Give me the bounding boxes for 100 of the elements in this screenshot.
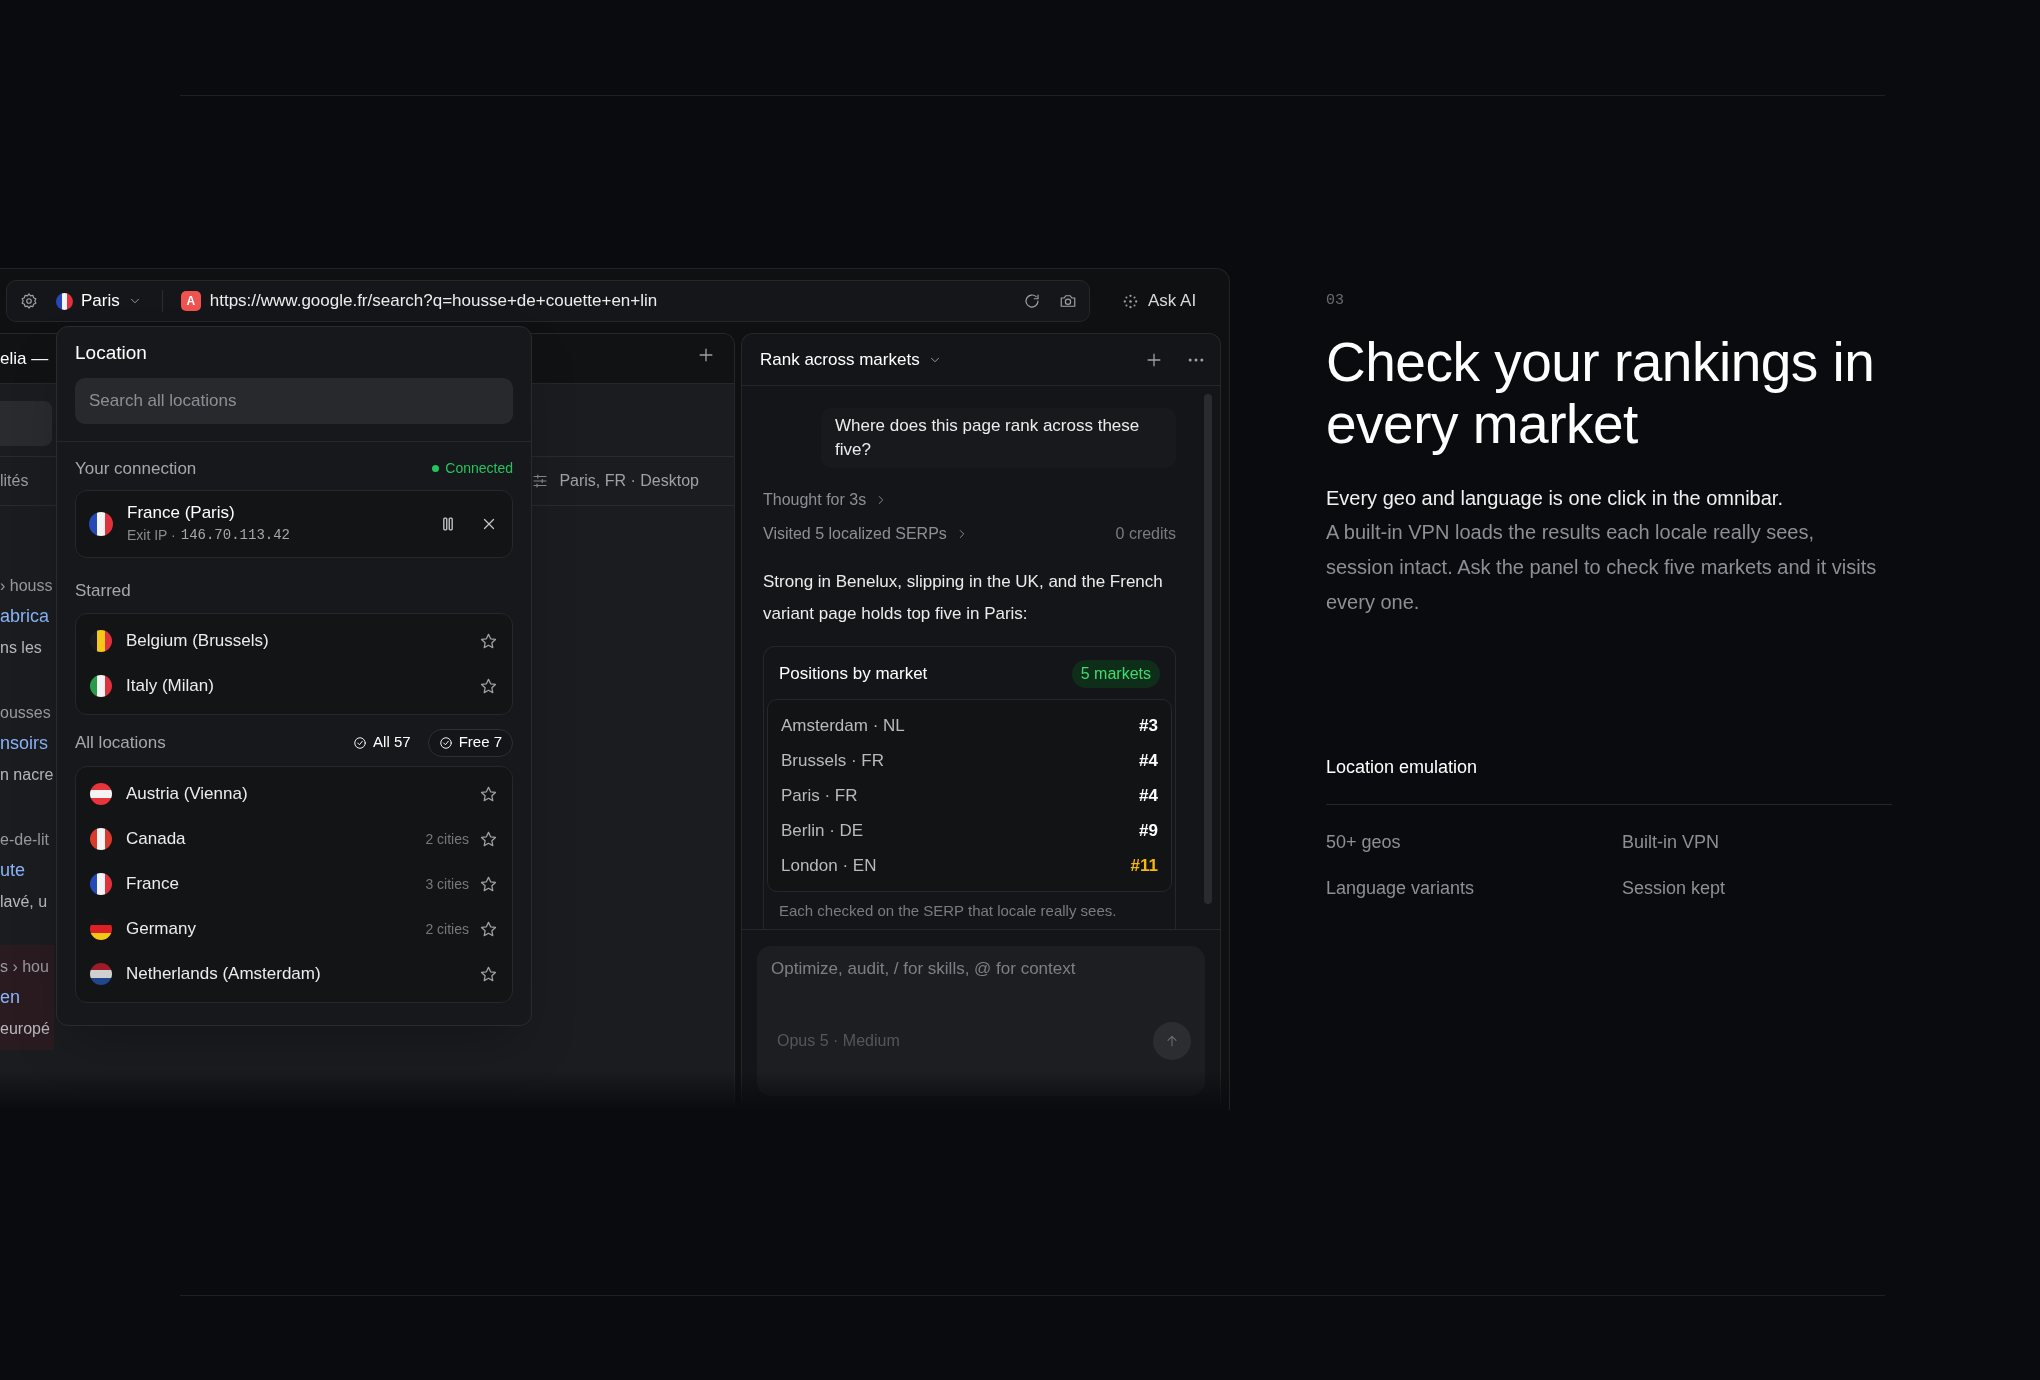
location-row[interactable]: Canada 2 cities: [76, 816, 512, 862]
city-count: 3 cities: [425, 874, 469, 894]
result-title[interactable]: abrica: [0, 601, 54, 632]
url-text[interactable]: https://www.google.fr/search?q=housse+de+couette+en+lin: [209, 288, 658, 314]
result-snippet: n nacre: [0, 765, 54, 785]
location-row[interactable]: Austria (Vienna): [76, 771, 512, 817]
popover-title: Location: [75, 341, 148, 365]
location-search-field[interactable]: Search all locations: [75, 377, 513, 424]
sparkle-icon: [1122, 292, 1139, 310]
flag-icon: [90, 675, 112, 697]
result-breadcrumb: › houss: [0, 576, 54, 596]
user-message: Where does this page rank across these five?: [821, 408, 1176, 468]
location-row[interactable]: Italy (Milan): [76, 663, 512, 709]
section-label: Starred: [75, 580, 132, 602]
flag-icon: [90, 630, 112, 652]
section-number: 03: [1326, 291, 1345, 311]
flag-icon: [90, 828, 112, 850]
sliders-icon[interactable]: [531, 472, 550, 490]
result-breadcrumb: e-de-lit: [0, 830, 50, 850]
location-picker[interactable]: Paris: [56, 288, 142, 314]
step-toggle[interactable]: Thought for 3s: [763, 488, 889, 512]
star-icon[interactable]: [479, 919, 498, 939]
location-name: Netherlands (Amsterdam): [126, 963, 321, 986]
rank-value: #4: [1139, 784, 1158, 807]
flag-icon: [90, 963, 112, 985]
feature-label: Session kept: [1622, 876, 1727, 900]
location-row[interactable]: France 3 cities: [76, 861, 512, 907]
location-row[interactable]: Netherlands (Amsterdam): [76, 951, 512, 997]
result-title[interactable]: en: [0, 982, 54, 1013]
location-name: Austria (Vienna): [126, 783, 248, 806]
credits-label: 0 credits: [1115, 524, 1176, 544]
market-name: London · EN: [781, 854, 877, 877]
location-name: Belgium (Brussels): [126, 630, 269, 653]
card-title: Positions by market: [779, 663, 928, 686]
check-icon: [438, 735, 453, 750]
section-label: All locations: [75, 731, 166, 754]
result-snippet: ns les: [0, 638, 43, 658]
search-result[interactable]: ousses nsoirs n nacre: [0, 691, 54, 796]
exit-ip-label: Exit IP ·: [127, 526, 176, 545]
market-name: Berlin · DE: [781, 819, 864, 842]
filter-label[interactable]: lités: [0, 469, 29, 493]
chat-title-dropdown[interactable]: Rank across markets: [760, 346, 942, 373]
device-label[interactable]: Paris, FR · Desktop: [559, 469, 699, 493]
section-label: Your connection: [75, 457, 197, 480]
flag-icon: [89, 512, 113, 536]
location-row[interactable]: Germany 2 cities: [76, 906, 512, 952]
rank-value: #9: [1139, 819, 1158, 842]
market-name: Paris · FR: [781, 784, 858, 807]
rank-value: #3: [1139, 714, 1158, 737]
location-row[interactable]: Belgium (Brussels): [76, 618, 512, 664]
result-snippet: lavé, u: [0, 892, 49, 912]
rank-value: #4: [1139, 749, 1158, 772]
settings-icon[interactable]: [20, 292, 38, 310]
lead-text: Every geo and language is one click in the omnibar.: [1326, 485, 1784, 511]
location-name: Germany: [126, 918, 196, 941]
filter-chip[interactable]: Free 7: [427, 728, 513, 757]
star-icon[interactable]: [479, 631, 498, 651]
tab-title[interactable]: elia —: [0, 345, 49, 372]
feature-label: 50+ geos: [1326, 830, 1402, 854]
city-count: 2 cities: [425, 919, 469, 939]
location-name: France: [126, 873, 179, 896]
section-heading: Check your rankings in every market: [1326, 330, 1876, 455]
connection-status: Connected: [445, 458, 513, 478]
result-title[interactable]: nsoirs: [0, 728, 54, 759]
result-title[interactable]: ute: [0, 855, 54, 886]
markets-badge: 5 markets: [1071, 660, 1160, 688]
city-count: 2 cities: [425, 829, 469, 849]
site-badge: A: [180, 291, 201, 311]
check-icon: [353, 735, 368, 750]
rank-value: #11: [1130, 854, 1158, 877]
location-name: Canada: [126, 828, 186, 851]
star-icon[interactable]: [479, 964, 498, 984]
answer-text: Strong in Benelux, slipping in the UK, and the French variant page holds top five in Paris:: [763, 571, 1164, 625]
search-result[interactable]: e-de-lit ute lavé, u: [0, 818, 54, 923]
ask-ai-button[interactable]: Ask AI: [1122, 288, 1197, 314]
search-result[interactable]: s › hou en europé: [0, 945, 54, 1050]
result-snippet: europé: [0, 1019, 51, 1039]
star-icon[interactable]: [479, 676, 498, 696]
filter-chip[interactable]: All 57: [342, 728, 422, 757]
result-breadcrumb: s › hou: [0, 957, 50, 977]
body-text: A built-in VPN loads the results each locale really sees, session intact. Ask the panel to check five markets and it visits every one.: [1326, 519, 1878, 615]
connection-name: France (Paris): [127, 502, 236, 524]
flag-icon: [90, 783, 112, 805]
star-icon[interactable]: [479, 874, 498, 894]
feature-label: Language variants: [1326, 876, 1476, 900]
message-field[interactable]: Optimize, audit, / for skills, @ for context: [771, 953, 1191, 984]
result-breadcrumb: ousses: [0, 703, 52, 723]
features-title: Location emulation: [1326, 755, 1479, 779]
flag-icon: [56, 292, 73, 310]
refresh-icon[interactable]: [1023, 292, 1041, 310]
star-icon[interactable]: [479, 784, 498, 804]
camera-icon[interactable]: [1059, 292, 1077, 310]
step-toggle[interactable]: Visited 5 localized SERPs: [763, 522, 969, 546]
flag-icon: [90, 873, 112, 895]
search-result[interactable]: › houss abrica ns les: [0, 564, 54, 669]
market-name: Amsterdam · NL: [781, 714, 905, 737]
exit-ip: 146.70.113.42: [180, 526, 290, 545]
feature-label: Built-in VPN: [1622, 830, 1721, 854]
star-icon[interactable]: [479, 829, 498, 849]
card-footnote: Each checked on the SERP that locale really sees.: [778, 901, 1118, 921]
